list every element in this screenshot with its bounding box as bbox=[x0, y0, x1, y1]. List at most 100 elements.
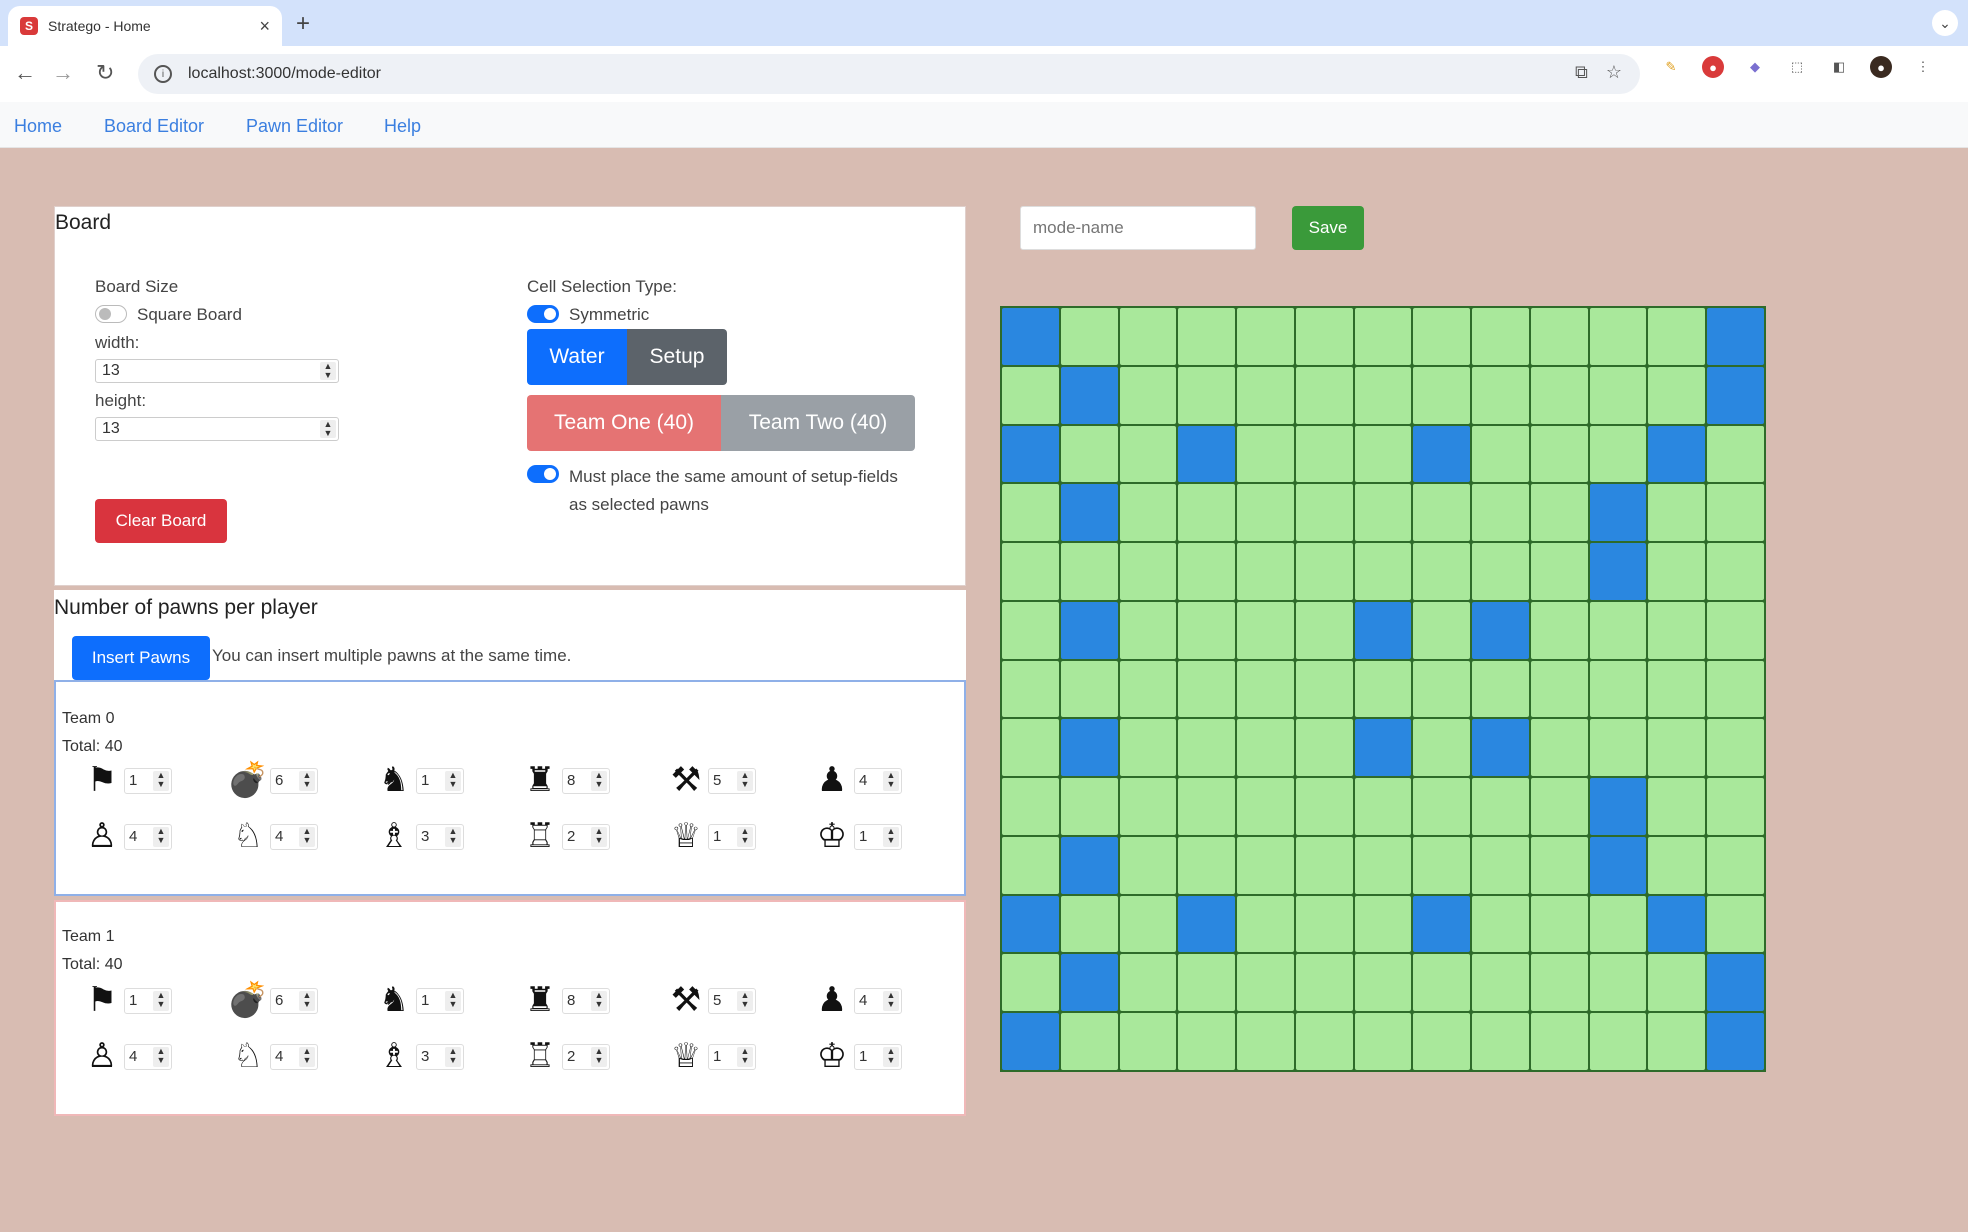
board-cell-water[interactable] bbox=[1354, 601, 1412, 659]
board-cell-land[interactable] bbox=[1295, 778, 1353, 835]
pawn-count-stepper[interactable]: ▲ ▼ bbox=[591, 771, 607, 791]
pawn-count-input[interactable]: 4 ▲ ▼ bbox=[854, 768, 902, 794]
board-cell-land[interactable] bbox=[1002, 543, 1059, 600]
board-cell-land[interactable] bbox=[1178, 836, 1236, 894]
board-cell-land[interactable] bbox=[1530, 308, 1588, 365]
water-button[interactable]: Water bbox=[527, 329, 627, 385]
board-cell-land[interactable] bbox=[1648, 484, 1706, 542]
board-cell-land[interactable] bbox=[1472, 836, 1529, 894]
board-cell-land[interactable] bbox=[1295, 308, 1353, 365]
board-cell-land[interactable] bbox=[1060, 308, 1118, 365]
board-cell-land[interactable] bbox=[1237, 719, 1294, 777]
board-cell-land[interactable] bbox=[1648, 660, 1706, 718]
pawn-count-input[interactable]: 5 ▲ ▼ bbox=[708, 988, 756, 1014]
board-cell-land[interactable] bbox=[1295, 601, 1353, 659]
board-cell-land[interactable] bbox=[1589, 895, 1647, 953]
board-cell-land[interactable] bbox=[1413, 308, 1471, 365]
board-cell-land[interactable] bbox=[1295, 660, 1353, 718]
board-cell-land[interactable] bbox=[1707, 778, 1764, 835]
board-cell-land[interactable] bbox=[1237, 660, 1294, 718]
board-cell-land[interactable] bbox=[1413, 660, 1471, 718]
board-cell-land[interactable] bbox=[1354, 543, 1412, 600]
board-cell-land[interactable] bbox=[1413, 1013, 1471, 1070]
board-cell-land[interactable] bbox=[1413, 719, 1471, 777]
board-cell-land[interactable] bbox=[1530, 719, 1588, 777]
board-cell-water[interactable] bbox=[1707, 366, 1764, 424]
board-cell-land[interactable] bbox=[1295, 425, 1353, 483]
screen-cast-icon[interactable]: ⧉ bbox=[1575, 62, 1588, 83]
board-cell-land[interactable] bbox=[1119, 719, 1177, 777]
board-cell-land[interactable] bbox=[1178, 484, 1236, 542]
board-cell-land[interactable] bbox=[1530, 836, 1588, 894]
pawn-count-input[interactable]: 8 ▲ ▼ bbox=[562, 768, 610, 794]
board-cell-land[interactable] bbox=[1237, 308, 1294, 365]
pawn-count-stepper[interactable]: ▲ ▼ bbox=[153, 827, 169, 847]
pawn-count-stepper[interactable]: ▲ ▼ bbox=[591, 1047, 607, 1067]
board-cell-land[interactable] bbox=[1530, 366, 1588, 424]
height-stepper[interactable]: ▲ ▼ bbox=[320, 420, 336, 438]
board-cell-land[interactable] bbox=[1119, 543, 1177, 600]
extension-purple-icon[interactable]: ◆ bbox=[1744, 56, 1766, 78]
team-two-button[interactable]: Team Two (40) bbox=[721, 395, 915, 451]
board-cell-land[interactable] bbox=[1060, 1013, 1118, 1070]
board-cell-land[interactable] bbox=[1178, 778, 1236, 835]
pawn-count-stepper[interactable]: ▲ ▼ bbox=[883, 991, 899, 1011]
board-cell-land[interactable] bbox=[1648, 836, 1706, 894]
board-cell-land[interactable] bbox=[1413, 778, 1471, 835]
pawn-count-input[interactable]: 3 ▲ ▼ bbox=[416, 1044, 464, 1070]
board-cell-land[interactable] bbox=[1413, 601, 1471, 659]
board-cell-land[interactable] bbox=[1354, 954, 1412, 1012]
board-cell-land[interactable] bbox=[1530, 895, 1588, 953]
board-cell-land[interactable] bbox=[1295, 484, 1353, 542]
board-cell-land[interactable] bbox=[1002, 719, 1059, 777]
board-cell-land[interactable] bbox=[1472, 543, 1529, 600]
pawn-count-input[interactable]: 2 ▲ ▼ bbox=[562, 824, 610, 850]
bookmark-star-icon[interactable]: ☆ bbox=[1606, 62, 1622, 83]
board-cell-land[interactable] bbox=[1413, 954, 1471, 1012]
board-cell-land[interactable] bbox=[1648, 1013, 1706, 1070]
pawn-count-input[interactable]: 1 ▲ ▼ bbox=[854, 1044, 902, 1070]
pawn-count-input[interactable]: 1 ▲ ▼ bbox=[416, 768, 464, 794]
board-cell-land[interactable] bbox=[1119, 308, 1177, 365]
board-cell-land[interactable] bbox=[1295, 543, 1353, 600]
board-cell-land[interactable] bbox=[1060, 425, 1118, 483]
board-cell-land[interactable] bbox=[1237, 366, 1294, 424]
board-cell-land[interactable] bbox=[1413, 836, 1471, 894]
board-cell-land[interactable] bbox=[1472, 308, 1529, 365]
pawn-count-input[interactable]: 1 ▲ ▼ bbox=[416, 988, 464, 1014]
board-cell-water[interactable] bbox=[1707, 308, 1764, 365]
board-cell-land[interactable] bbox=[1530, 1013, 1588, 1070]
board-cell-water[interactable] bbox=[1413, 895, 1471, 953]
forward-icon[interactable]: → bbox=[52, 60, 74, 86]
board-cell-land[interactable] bbox=[1119, 954, 1177, 1012]
board-cell-water[interactable] bbox=[1472, 719, 1529, 777]
board-cell-land[interactable] bbox=[1354, 308, 1412, 365]
board-cell-land[interactable] bbox=[1119, 1013, 1177, 1070]
width-stepper[interactable]: ▲ ▼ bbox=[320, 362, 336, 380]
same-amount-toggle[interactable] bbox=[527, 465, 559, 483]
board-cell-land[interactable] bbox=[1472, 778, 1529, 835]
pawn-count-stepper[interactable]: ▲ ▼ bbox=[153, 991, 169, 1011]
side-panel-icon[interactable]: ◧ bbox=[1828, 56, 1850, 78]
board-cell-land[interactable] bbox=[1589, 366, 1647, 424]
board-cell-land[interactable] bbox=[1060, 778, 1118, 835]
nav-board-editor[interactable]: Board Editor bbox=[104, 116, 204, 137]
extension-pencil-icon[interactable]: ✎ bbox=[1660, 56, 1682, 78]
pawn-count-input[interactable]: 2 ▲ ▼ bbox=[562, 1044, 610, 1070]
board-cell-land[interactable] bbox=[1472, 484, 1529, 542]
board-cell-land[interactable] bbox=[1707, 484, 1764, 542]
board-cell-land[interactable] bbox=[1589, 954, 1647, 1012]
board-cell-land[interactable] bbox=[1530, 543, 1588, 600]
board-cell-land[interactable] bbox=[1530, 601, 1588, 659]
new-tab-icon[interactable]: + bbox=[296, 10, 310, 38]
board-cell-land[interactable] bbox=[1002, 366, 1059, 424]
board-cell-land[interactable] bbox=[1589, 425, 1647, 483]
symmetric-toggle[interactable] bbox=[527, 305, 559, 323]
board-cell-land[interactable] bbox=[1119, 660, 1177, 718]
pawn-count-input[interactable]: 6 ▲ ▼ bbox=[270, 768, 318, 794]
board-cell-water[interactable] bbox=[1648, 425, 1706, 483]
board-cell-land[interactable] bbox=[1354, 895, 1412, 953]
board-cell-land[interactable] bbox=[1648, 308, 1706, 365]
extensions-puzzle-icon[interactable]: ⬚ bbox=[1786, 56, 1808, 78]
pawn-count-stepper[interactable]: ▲ ▼ bbox=[299, 991, 315, 1011]
